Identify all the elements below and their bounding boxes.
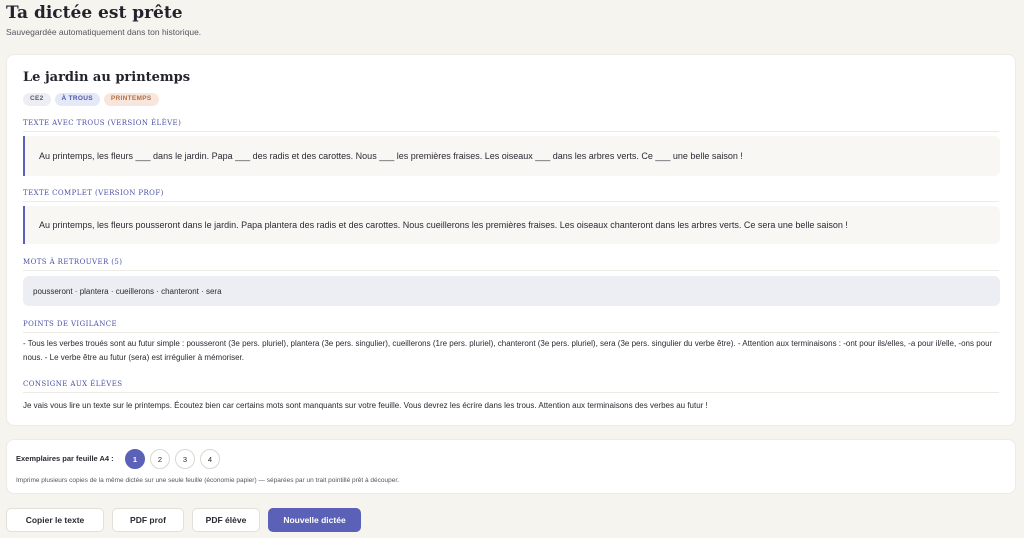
- page-subtitle: Sauvegardée automatiquement dans ton his…: [6, 27, 202, 37]
- student-section-label: TEXTE AVEC TROUS (VERSION ÉLÈVE): [23, 119, 999, 132]
- instruction-text: Je vais vous lire un texte sur le printe…: [23, 401, 708, 410]
- page-title: Ta dictée est prête: [6, 3, 183, 23]
- copies-options: 1 2 3 4: [125, 449, 220, 469]
- new-dictation-button[interactable]: Nouvelle dictée: [268, 508, 361, 532]
- copies-option-1[interactable]: 1: [125, 449, 145, 469]
- instruction-section-label: CONSIGNE AUX ÉLÈVES: [23, 380, 999, 393]
- tag-list: CE2 À TROUS PRINTEMPS: [23, 93, 159, 106]
- copies-option-3[interactable]: 3: [175, 449, 195, 469]
- copy-text-button[interactable]: Copier le texte: [6, 508, 104, 532]
- pdf-student-button[interactable]: PDF élève: [192, 508, 260, 532]
- teacher-text: Au printemps, les fleurs pousseront dans…: [23, 206, 1000, 244]
- type-tag: À TROUS: [54, 93, 100, 106]
- dictation-title: Le jardin au printemps: [23, 70, 191, 85]
- vigilance-text: - Tous les verbes troués sont au futur s…: [23, 339, 993, 362]
- copies-option-4[interactable]: 4: [200, 449, 220, 469]
- dictation-card: Le jardin au printemps CE2 À TROUS PRINT…: [6, 54, 1016, 426]
- level-tag: CE2: [23, 93, 51, 106]
- copies-note: Imprime plusieurs copies de la même dict…: [16, 477, 399, 484]
- copies-label: Exemplaires par feuille A4 :: [16, 454, 114, 463]
- action-bar: Copier le texte PDF prof PDF élève Nouve…: [6, 508, 361, 532]
- copies-option-2[interactable]: 2: [150, 449, 170, 469]
- teacher-section-label: TEXTE COMPLET (VERSION PROF): [23, 189, 999, 202]
- copies-panel: Exemplaires par feuille A4 : 1 2 3 4 Imp…: [6, 439, 1016, 494]
- words-section-label: MOTS À RETROUVER (5): [23, 258, 999, 271]
- pdf-teacher-button[interactable]: PDF prof: [112, 508, 184, 532]
- theme-tag: PRINTEMPS: [103, 93, 159, 106]
- student-text: Au printemps, les fleurs ___ dans le jar…: [23, 136, 1000, 176]
- vigilance-section-label: POINTS DE VIGILANCE: [23, 320, 999, 333]
- words-list: pousseront · plantera · cueillerons · ch…: [23, 276, 1000, 306]
